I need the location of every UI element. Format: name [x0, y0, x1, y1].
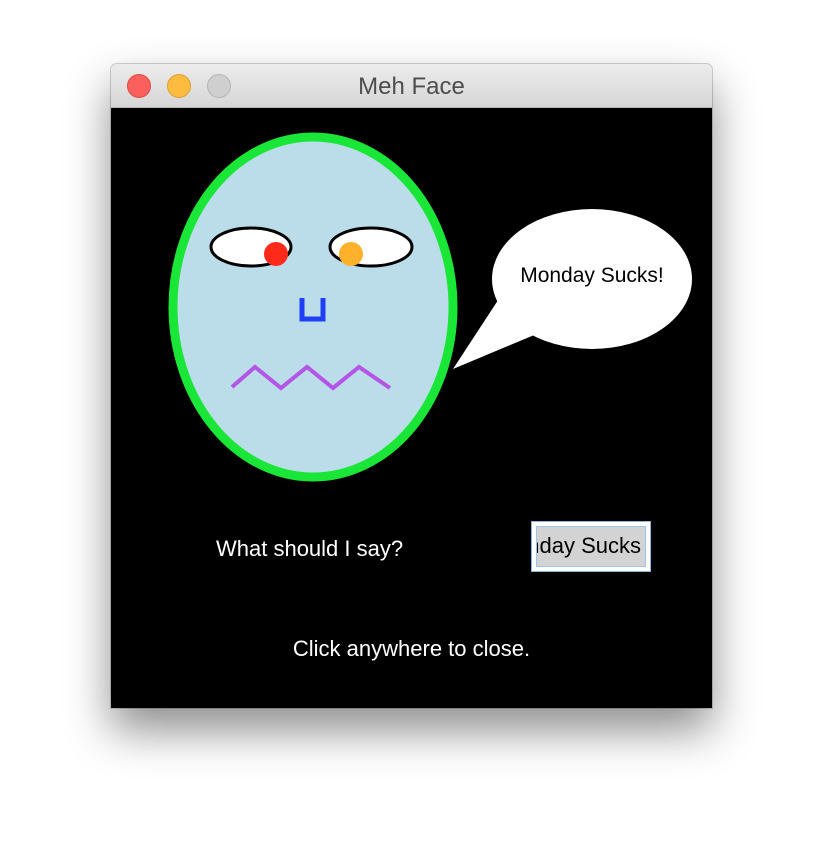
right-pupil [339, 242, 363, 266]
speech-bubble-text: Monday Sucks! [520, 264, 664, 287]
left-pupil [264, 242, 288, 266]
window-title: Meh Face [358, 73, 465, 100]
app-window: Meh Face Monday Sucks! What should I say… [111, 64, 712, 708]
face-head [168, 132, 458, 482]
speech-input-value[interactable]: Monday Sucks! [536, 526, 646, 567]
prompt-label: What should I say? [216, 536, 404, 561]
title-bar[interactable]: Meh Face [111, 64, 712, 108]
drawing-area[interactable]: Monday Sucks! What should I say? Monday … [111, 108, 712, 708]
face-canvas [168, 132, 692, 482]
speech-input[interactable]: Monday Sucks! [531, 521, 651, 572]
close-hint: Click anywhere to close. [292, 636, 531, 661]
